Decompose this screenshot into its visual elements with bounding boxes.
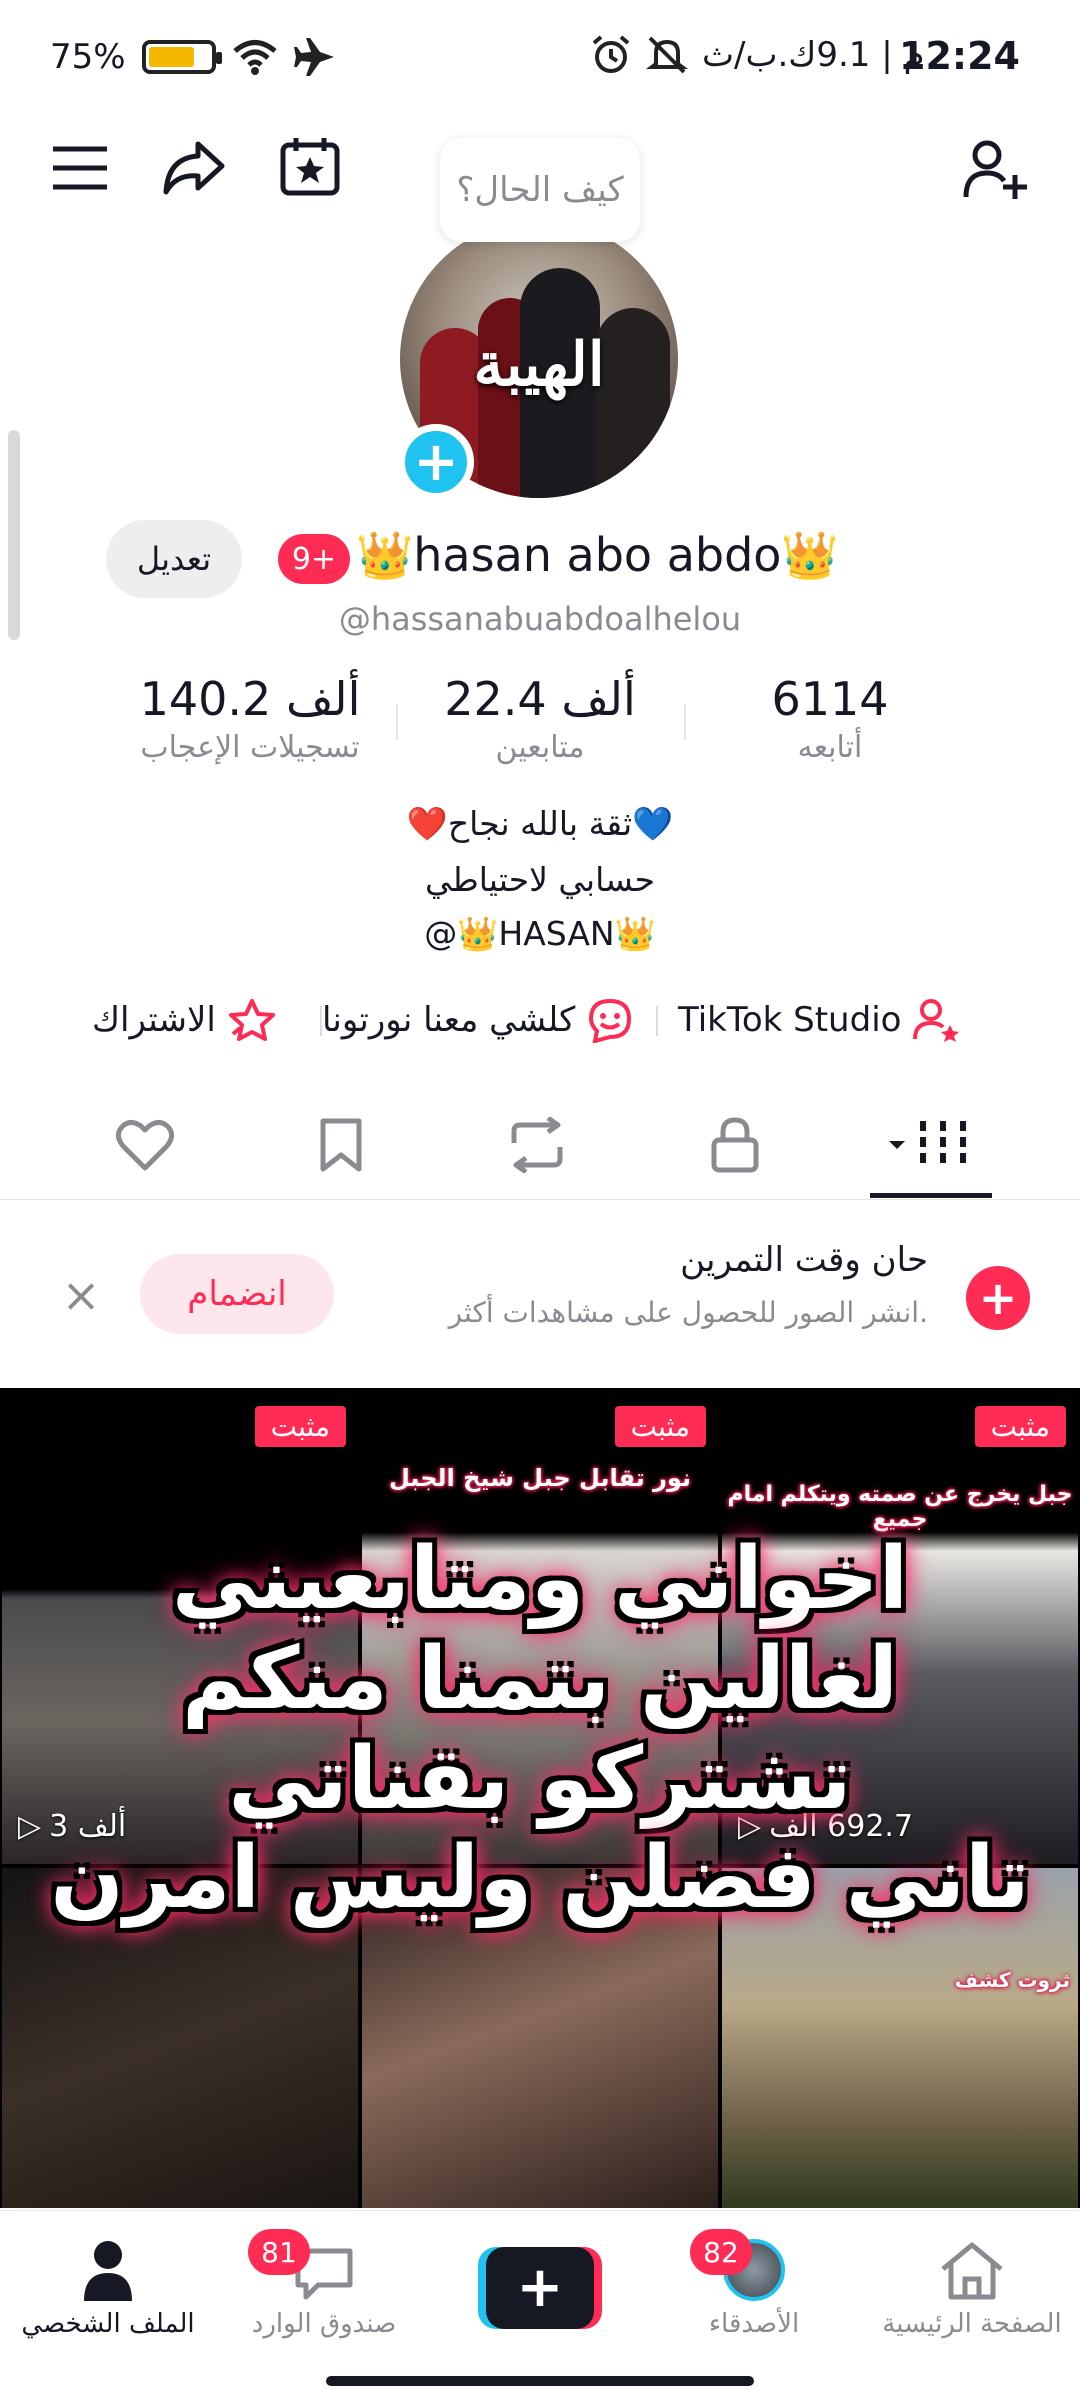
stat-likes-value: 140.2 ألف [139,672,361,726]
grid-icon [889,1121,966,1169]
share-icon[interactable] [152,126,236,210]
link-divider [656,1006,658,1036]
avatar-image-title: الهيبة [473,330,605,400]
airplane-icon [293,38,334,76]
profile-handle: @hassanabuabdoalhelou [338,600,742,638]
stat-following-value: 6114 [771,672,889,726]
videos-tab[interactable] [882,1100,982,1190]
status-bar: 75% م | 9.1ك.ب/ث 12:24 [0,0,1080,118]
overlay-line-3: تشتركو بقناتي [228,1728,852,1829]
tiktok-studio-link[interactable]: TikTok Studio [678,990,961,1050]
status-left: 75% [50,36,336,78]
subscribe-label: الاشتراك [92,1000,216,1040]
promo-plus-icon: + [966,1266,1030,1330]
battery-icon [141,40,222,74]
nav-profile-label: الملف الشخصي [21,2309,195,2339]
community-label: كلشي معنا نورتونا [322,1000,576,1040]
stat-followers[interactable]: 22.4 ألف متابعين [390,672,690,765]
overlay-line-4: تاني فضلن وليس امرن [50,1828,1030,1929]
pinned-badge: مثبت [254,1406,346,1447]
pinned-badge: مثبت [974,1406,1066,1447]
carrier-info: م | 9.1ك.ب/ث [702,35,925,75]
close-icon[interactable]: × [56,1268,106,1322]
home-indicator [326,2376,754,2386]
stat-following[interactable]: 6114 أتابعه [680,672,980,765]
bookmark-icon [320,1118,362,1172]
promo-overlay-text: اخواني ومتابعيني لغالين بتمنا منكم تشترك… [20,1529,1060,1929]
nav-profile[interactable]: الملف الشخصي [8,2231,208,2339]
promo-title: حان وقت التمرين [680,1240,928,1280]
stat-following-label: أتابعه [797,730,863,765]
wifi-icon [232,40,277,75]
inbox-badge: 81 [248,2229,310,2275]
battery-percent: 75% [50,37,126,77]
profile-links: الاشتراك كلشي معنا نورتونا TikTok Studio [0,990,1080,1050]
alarm-icon [592,35,630,73]
heart-icon [115,1120,175,1171]
nav-friends-label: الأصدقاء [708,2309,800,2339]
bio-line-2: حسابي لاحتياطي [424,860,656,899]
video-caption: نور تقابل جبل شيخ الجبل [389,1464,691,1492]
home-icon [941,2242,1003,2300]
overlay-line-2: لغالين بتمنا منكم [181,1628,899,1729]
video-caption: جبل يخرج عن صمته ويتكلم امام جميع [727,1482,1073,1532]
lock-icon [711,1117,759,1173]
nav-home-label: الصفحة الرئيسية [882,2309,1062,2339]
status-bubble[interactable]: كيف الحال؟ [440,138,640,242]
community-link[interactable]: كلشي معنا نورتونا [322,990,633,1050]
add-user-icon[interactable] [954,128,1038,212]
promo-subtitle: انشر الصور للحصول على مشاهدات أكثر. [448,1296,928,1329]
bio-line-1: ❤️ثقة بالله نجاح💙 [406,804,674,843]
stat-likes-label: تسجيلات الإعجاب [140,730,360,765]
smile-bubble-icon [589,998,632,1043]
profile-icon [84,2241,132,2301]
nav-home[interactable]: الصفحة الرئيسية [872,2231,1072,2339]
stat-followers-value: 22.4 ألف [444,672,636,726]
bottom-nav: الملف الشخصي 81 صندوق الوارد + 82 الأصدق… [0,2210,1080,2400]
stat-followers-label: متابعين [495,730,585,765]
repost-icon [511,1117,563,1173]
calendar-star-icon[interactable] [268,124,352,208]
clock: 12:24 [899,34,1020,78]
subscribe-link[interactable]: الاشتراك [92,990,276,1050]
repost-tab[interactable] [492,1100,582,1190]
nav-inbox[interactable]: 81 صندوق الوارد [224,2229,424,2339]
active-tab-underline [870,1193,992,1198]
subscribe-star-icon [228,999,275,1041]
liked-tab[interactable] [100,1100,190,1190]
profile-name[interactable]: 👑hasan abo abdo👑 [356,528,839,583]
nav-inbox-label: صندوق الوارد [251,2309,397,2339]
plus-icon: + [486,2247,594,2329]
overlay-line-1: اخواني ومتابعيني [171,1529,909,1629]
promo-banner: حان وقت التمرين انشر الصور للحصول على مش… [0,1210,1080,1370]
menu-icon[interactable] [38,126,122,210]
friends-badge: 82 [690,2229,752,2275]
saved-tab[interactable] [296,1100,386,1190]
studio-user-icon [913,999,960,1042]
pinned-badge: مثبت [614,1406,706,1447]
muted-bell-icon [646,36,688,74]
edit-profile-button[interactable]: تعديل [106,520,242,598]
bio-line-3: @👑HASAN👑 [424,914,656,953]
notification-badge[interactable]: 9+ [278,534,350,584]
add-story-button[interactable]: + [398,424,474,500]
create-button[interactable]: + [478,2247,602,2329]
content-tabs [0,1090,1080,1200]
tiktok-studio-label: TikTok Studio [678,1000,902,1040]
private-tab[interactable] [690,1100,780,1190]
join-button[interactable]: انضمام [140,1254,334,1334]
status-right-icons: م | 9.1ك.ب/ث [590,34,925,76]
stat-likes[interactable]: 140.2 ألف تسجيلات الإعجاب [100,672,400,765]
video-caption: ثروت كشف [954,1968,1070,1992]
nav-friends[interactable]: 82 الأصدقاء [654,2229,854,2339]
